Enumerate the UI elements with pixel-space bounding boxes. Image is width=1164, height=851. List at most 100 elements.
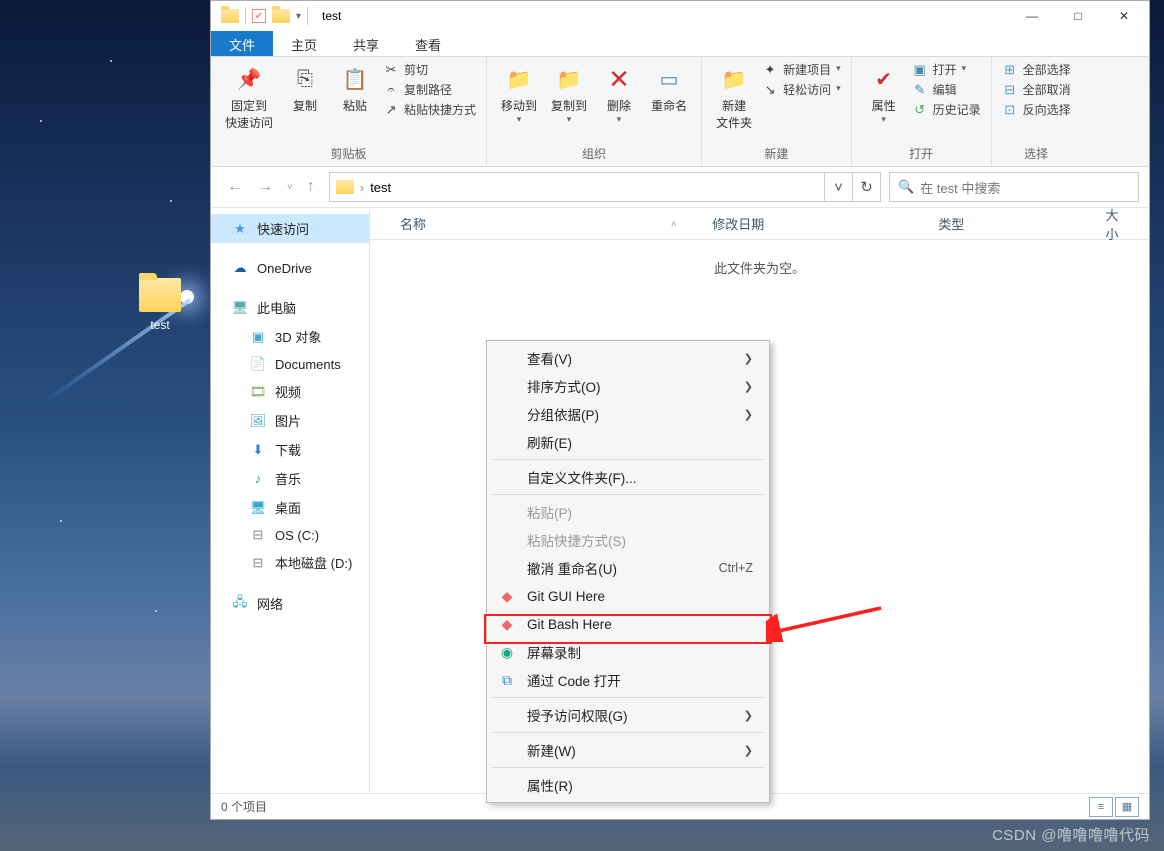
tree-quick-access[interactable]: ★快速访问 xyxy=(211,214,369,243)
tree-music[interactable]: ♪音乐 xyxy=(211,464,369,493)
ctx-grant-access[interactable]: 授予访问权限(G)❯ xyxy=(489,701,767,729)
select-none-button[interactable]: ⊟全部取消 xyxy=(1002,81,1071,98)
label: 复制路径 xyxy=(404,81,452,98)
nav-tree[interactable]: ★快速访问 ☁OneDrive 🖥此电脑 ▣3D 对象 📄Documents 🎞… xyxy=(211,208,370,793)
tree-network[interactable]: 🖧网络 xyxy=(211,589,369,618)
ctx-git-gui[interactable]: ◆Git GUI Here xyxy=(489,582,767,610)
ctx-git-bash[interactable]: ◆Git Bash Here xyxy=(489,610,767,638)
rename-button[interactable]: ▭重命名 xyxy=(647,61,691,116)
delete-button[interactable]: ✕删除▾ xyxy=(597,61,641,127)
edit-button[interactable]: ✎编辑 xyxy=(912,81,981,98)
tab-file[interactable]: 文件 xyxy=(211,31,273,56)
tree-local-d[interactable]: ⊟本地磁盘 (D:) xyxy=(211,548,369,577)
ribbon-group-select: ⊞全部选择 ⊟全部取消 ⊡反向选择 选择 xyxy=(992,57,1081,166)
col-modified[interactable]: 修改日期 xyxy=(694,214,920,233)
new-folder-button[interactable]: 📁新建 文件夹 xyxy=(712,61,756,133)
address-bar[interactable]: › test xyxy=(329,172,825,202)
ctx-refresh[interactable]: 刷新(E) xyxy=(489,428,767,456)
git-icon: ◆ xyxy=(497,616,517,633)
search-input[interactable]: 🔍 在 test 中搜索 xyxy=(889,172,1139,202)
copy-path-button[interactable]: 𝄐复制路径 xyxy=(383,81,476,98)
move-to-button[interactable]: 📁移动到▾ xyxy=(497,61,541,127)
checkbox-icon[interactable]: ✔ xyxy=(252,9,266,23)
nav-arrows: ← → ˅ ↑ xyxy=(221,178,321,196)
select-all-button[interactable]: ⊞全部选择 xyxy=(1002,61,1071,78)
pin-to-quick-access-button[interactable]: 📌 固定到 快速访问 xyxy=(221,61,277,133)
ctx-new[interactable]: 新建(W)❯ xyxy=(489,736,767,764)
cut-button[interactable]: ✂剪切 xyxy=(383,61,476,78)
label: 查看(V) xyxy=(527,348,734,368)
tree-onedrive[interactable]: ☁OneDrive xyxy=(211,255,369,281)
easy-access-button[interactable]: ↘轻松访问▾ xyxy=(762,81,841,98)
tab-share[interactable]: 共享 xyxy=(335,31,397,56)
up-button[interactable]: ↑ xyxy=(307,178,315,196)
tree-pictures[interactable]: 🖼图片 xyxy=(211,406,369,435)
tree-os-c[interactable]: ⊟OS (C:) xyxy=(211,522,369,548)
col-size[interactable]: 大小 xyxy=(1088,205,1149,243)
tree-videos[interactable]: 🎞视频 xyxy=(211,377,369,406)
label: 复制 xyxy=(293,97,317,114)
close-button[interactable]: ✕ xyxy=(1101,1,1147,31)
icons-view-button[interactable]: ▦ xyxy=(1115,797,1139,817)
properties-button[interactable]: ✔属性▾ xyxy=(862,61,906,127)
tree-3d-objects[interactable]: ▣3D 对象 xyxy=(211,322,369,351)
ctx-undo-rename[interactable]: 撤消 重命名(U)Ctrl+Z xyxy=(489,554,767,582)
new-item-button[interactable]: ✦新建项目▾ xyxy=(762,61,841,78)
label: OneDrive xyxy=(257,261,312,276)
title-bar[interactable]: ✔ ▾ test — □ ✕ xyxy=(211,1,1149,31)
qat-dropdown[interactable]: ▾ xyxy=(296,11,301,22)
explorer-body: ★快速访问 ☁OneDrive 🖥此电脑 ▣3D 对象 📄Documents 🎞… xyxy=(211,207,1149,793)
back-button[interactable]: ← xyxy=(227,178,243,196)
forward-button[interactable]: → xyxy=(257,178,273,196)
tree-downloads[interactable]: ⬇下载 xyxy=(211,435,369,464)
star-icon: ★ xyxy=(231,221,249,237)
ctx-paste-shortcut: 粘贴快捷方式(S) xyxy=(489,526,767,554)
folder-icon xyxy=(221,9,239,23)
ctx-group[interactable]: 分组依据(P)❯ xyxy=(489,400,767,428)
separator xyxy=(491,494,765,495)
tab-home[interactable]: 主页 xyxy=(273,31,335,56)
view-switcher: ≡ ▦ xyxy=(1089,797,1139,817)
address-dropdown[interactable]: ˅ xyxy=(825,172,853,202)
ctx-open-code[interactable]: ⧉通过 Code 打开 xyxy=(489,666,767,694)
tree-documents[interactable]: 📄Documents xyxy=(211,351,369,377)
tree-this-pc[interactable]: 🖥此电脑 xyxy=(211,293,369,322)
history-icon: ↺ xyxy=(912,102,928,118)
ctx-properties[interactable]: 属性(R) xyxy=(489,771,767,799)
minimize-button[interactable]: — xyxy=(1009,1,1055,31)
maximize-button[interactable]: □ xyxy=(1055,1,1101,31)
star xyxy=(170,200,172,202)
music-icon: ♪ xyxy=(249,471,267,487)
paste-shortcut-button[interactable]: ↗粘贴快捷方式 xyxy=(383,101,476,118)
folder-icon xyxy=(272,9,290,23)
open-button[interactable]: ▣打开▾ xyxy=(912,61,981,78)
tab-view[interactable]: 查看 xyxy=(397,31,459,56)
invert-icon: ⊡ xyxy=(1002,102,1018,118)
ctx-screen-record[interactable]: ◉屏幕录制 xyxy=(489,638,767,666)
ctx-customize[interactable]: 自定义文件夹(F)... xyxy=(489,463,767,491)
ctx-view[interactable]: 查看(V) ❯ xyxy=(489,344,767,372)
label: Git GUI Here xyxy=(527,589,753,604)
copy-to-button[interactable]: 📁复制到▾ xyxy=(547,61,591,127)
ctx-paste: 粘贴(P) xyxy=(489,498,767,526)
col-type[interactable]: 类型 xyxy=(920,214,1087,233)
ctx-sort[interactable]: 排序方式(O)❯ xyxy=(489,372,767,400)
invert-selection-button[interactable]: ⊡反向选择 xyxy=(1002,101,1071,118)
select-none-icon: ⊟ xyxy=(1002,82,1018,98)
col-name[interactable]: 名称˄ xyxy=(370,214,694,233)
history-button[interactable]: ↺历史记录 xyxy=(912,101,981,118)
desktop-folder-test[interactable]: test xyxy=(122,278,198,332)
recent-dropdown[interactable]: ˅ xyxy=(287,182,293,193)
star xyxy=(40,120,42,122)
chevron-right-icon: ❯ xyxy=(744,352,753,365)
search-icon: 🔍 xyxy=(898,179,914,195)
copy-button[interactable]: ⎘ 复制 xyxy=(283,61,327,116)
pin-icon: 📌 xyxy=(233,63,265,95)
vscode-icon: ⧉ xyxy=(497,672,517,689)
tree-desktop[interactable]: 🖥桌面 xyxy=(211,493,369,522)
details-view-button[interactable]: ≡ xyxy=(1089,797,1113,817)
content-pane[interactable]: 名称˄ 修改日期 类型 大小 此文件夹为空。 查看(V)❯ 排序方式(O)❯ 分… xyxy=(370,208,1149,793)
refresh-button[interactable]: ↻ xyxy=(853,172,881,202)
breadcrumb-item[interactable]: test xyxy=(370,180,391,195)
paste-button[interactable]: 📋 粘贴 xyxy=(333,61,377,116)
